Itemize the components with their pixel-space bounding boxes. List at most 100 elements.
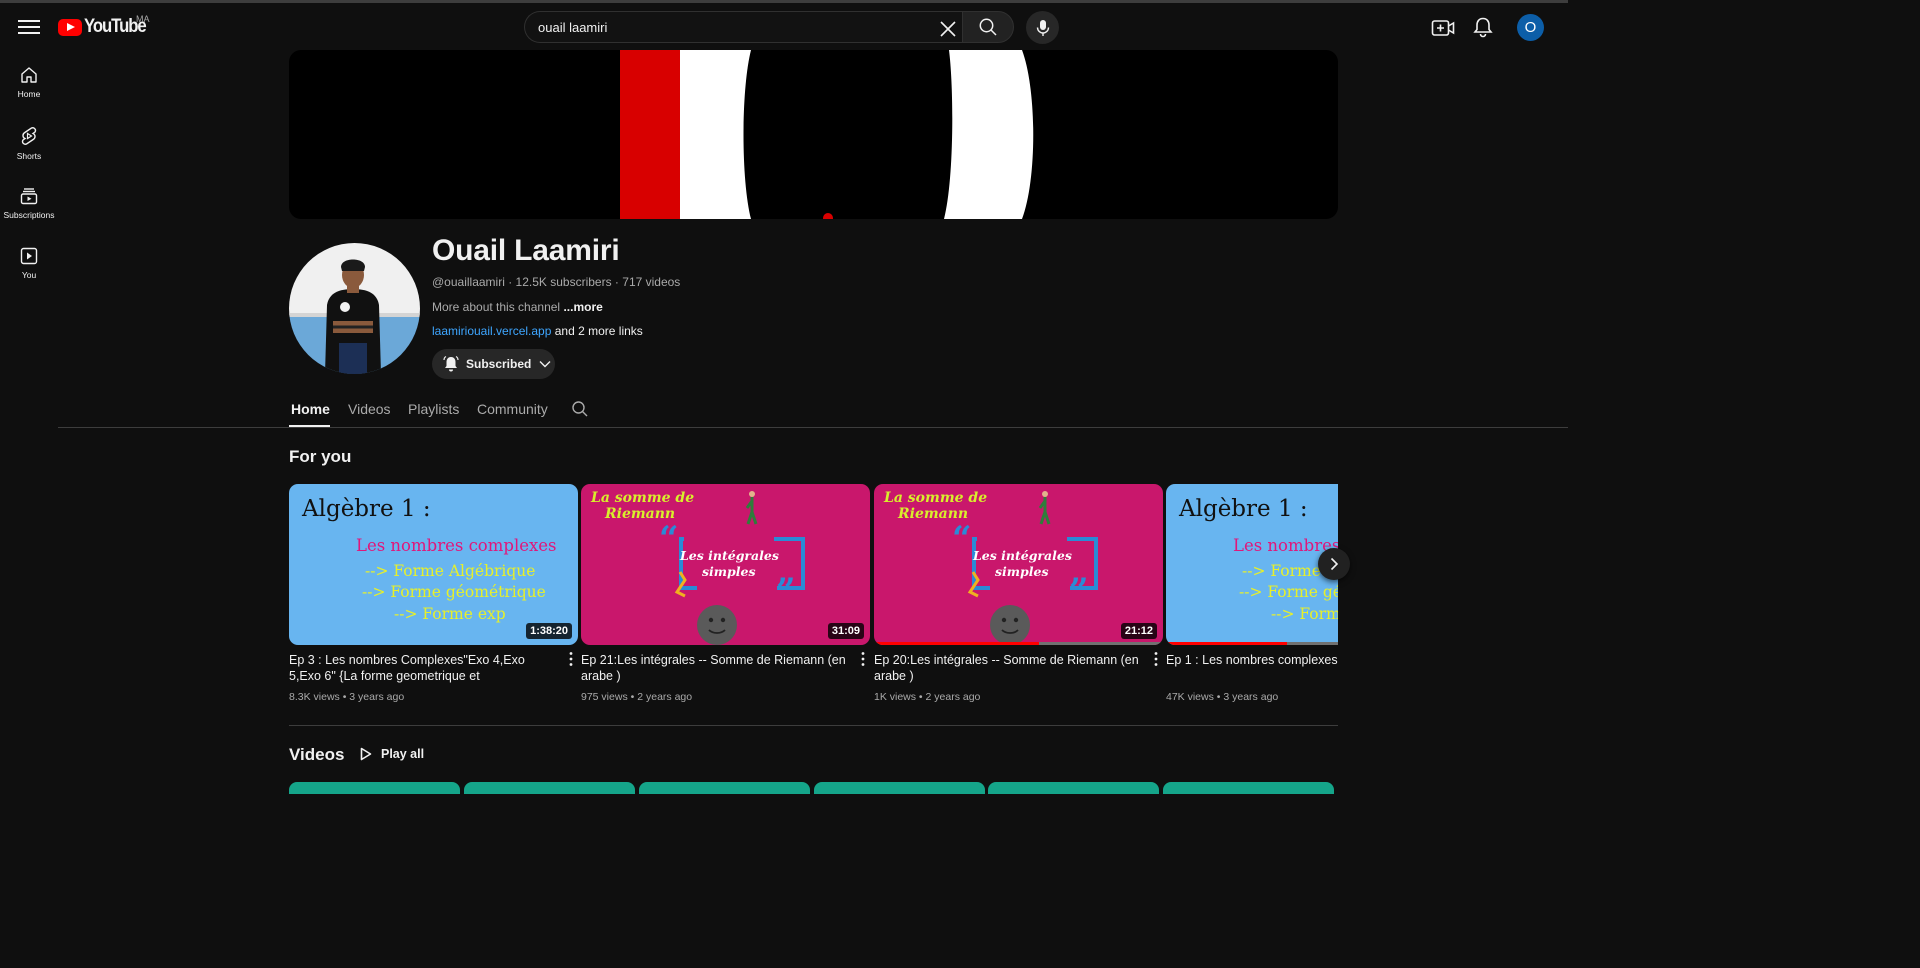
video-card[interactable]: Algèbre 1 : Les nombres --> Forme --> Fo…: [1166, 484, 1338, 703]
guide-item-shorts[interactable]: Shorts: [0, 126, 58, 186]
for-you-shelf: Algèbre 1 : Les nombres complexes --> Fo…: [289, 484, 1338, 714]
watch-progress-bar: [874, 642, 1163, 645]
thumb-heading: Algèbre 1 :: [302, 496, 431, 522]
account-avatar[interactable]: O: [1517, 14, 1544, 41]
video-title[interactable]: Ep 1 : Les nombres complexes" Re en arab…: [1166, 652, 1338, 684]
channel-avatar[interactable]: [289, 243, 420, 374]
video-thumbnail-partial[interactable]: [289, 782, 460, 794]
channel-handle: @ouaillaamiri: [432, 275, 505, 289]
section-divider: [289, 725, 1338, 726]
video-meta: 1K views • 2 years ago: [874, 691, 981, 703]
masthead: YouTube MA O: [0, 3, 1568, 51]
video-duration: 31:09: [827, 623, 864, 639]
microphone-icon: [1036, 19, 1049, 36]
thumb-heading: Riemann: [898, 506, 969, 522]
create-icon[interactable]: [1431, 17, 1455, 39]
video-thumbnail-partial[interactable]: [639, 782, 810, 794]
channel-avatar-photo: [289, 243, 420, 374]
video-age: 2 years ago: [925, 691, 981, 703]
bell-icon: [443, 355, 459, 372]
channel-banner: [289, 50, 1338, 219]
video-duration: 1:38:20: [526, 623, 572, 639]
for-you-title: For you: [289, 447, 352, 466]
you-icon: [20, 247, 38, 265]
video-count: 717 videos: [622, 275, 681, 289]
video-card[interactable]: “ ” La somme de Riemann Les intégrales s…: [581, 484, 870, 703]
subscribed-button[interactable]: Subscribed: [432, 349, 555, 379]
video-meta: 975 views • 2 years ago: [581, 691, 693, 703]
watch-progress-fill: [1166, 642, 1288, 645]
guide-item-subscriptions[interactable]: Subscriptions: [0, 187, 58, 247]
thumb-line: --> Forme: [1242, 562, 1321, 580]
guide-label: Home: [17, 89, 41, 99]
search-input[interactable]: [538, 12, 918, 42]
thumb-box-text: Les intégrales: [680, 548, 779, 563]
more-link[interactable]: ...more: [563, 300, 602, 314]
video-card[interactable]: “ ” La somme de Riemann Les intégrales s…: [874, 484, 1163, 703]
video-thumbnail-partial[interactable]: [814, 782, 985, 794]
video-title[interactable]: Ep 20:Les intégrales -- Somme de Riemann…: [874, 652, 1163, 684]
video-age: 3 years ago: [1223, 691, 1279, 703]
search-icon: [979, 18, 997, 36]
thumb-line: --> Forme exp: [394, 605, 506, 623]
video-thumbnail[interactable]: Algèbre 1 : Les nombres complexes --> Fo…: [289, 484, 578, 645]
video-card[interactable]: Algèbre 1 : Les nombres complexes --> Fo…: [289, 484, 578, 703]
channel-meta: @ouaillaamiri · 12.5K subscribers · 717 …: [432, 275, 680, 289]
video-title[interactable]: Ep 3 : Les nombres Complexes"Exo 4,Exo 5…: [289, 652, 578, 684]
subscriptions-icon: [20, 188, 38, 205]
channel-search-icon[interactable]: [571, 400, 589, 418]
voice-search-button[interactable]: [1026, 11, 1059, 44]
video-thumbnail-partial[interactable]: [464, 782, 635, 794]
description-text: More about this channel: [432, 300, 561, 314]
more-links-button[interactable]: and 2 more links: [555, 324, 643, 338]
more-vert-icon[interactable]: [564, 651, 578, 667]
more-vert-icon[interactable]: [856, 651, 870, 667]
video-views: 8.3K views: [289, 691, 340, 703]
video-views: 47K views: [1166, 691, 1214, 703]
thumb-box-text: Les intégrales: [973, 548, 1072, 563]
thumb-heading: Algèbre 1 :: [1179, 496, 1308, 522]
shelf-next-button[interactable]: [1318, 548, 1350, 580]
video-meta: 47K views • 3 years ago: [1166, 691, 1279, 703]
play-all-button[interactable]: Play all: [354, 741, 430, 767]
video-thumbnail-partial[interactable]: [1163, 782, 1334, 794]
video-views: 1K views: [874, 691, 917, 703]
video-thumbnail[interactable]: “ ” La somme de Riemann Les intégrales s…: [874, 484, 1163, 645]
subscribed-label: Subscribed: [466, 357, 532, 371]
chevron-down-icon: [539, 361, 551, 368]
thumb-box-text: simples: [995, 564, 1049, 579]
guide-label: You: [21, 270, 37, 280]
thumb-line: --> Forme Algébrique: [365, 562, 536, 580]
search-button[interactable]: [962, 11, 1014, 43]
video-thumbnail[interactable]: “ ” La somme de Riemann Les intégrales s…: [581, 484, 870, 645]
chevron-right-icon: [1330, 557, 1339, 571]
home-icon: [21, 67, 37, 83]
clear-search-icon[interactable]: [938, 19, 958, 39]
svg-text:“: “: [952, 519, 972, 559]
svg-text:“: “: [659, 519, 679, 559]
guide-item-home[interactable]: Home: [0, 66, 58, 126]
video-duration: 21:12: [1120, 623, 1157, 639]
thumb-box-text: simples: [702, 564, 756, 579]
svg-text:”: ”: [776, 571, 796, 611]
notifications-bell-icon[interactable]: [1472, 16, 1494, 38]
guide-label: Subscriptions: [3, 210, 55, 220]
more-vert-icon[interactable]: [1149, 651, 1163, 667]
video-age: 2 years ago: [637, 691, 693, 703]
thumb-line: --> Forme: [1271, 605, 1338, 623]
youtube-play-icon: [58, 18, 82, 36]
video-title[interactable]: Ep 21:Les intégrales -- Somme de Riemann…: [581, 652, 870, 684]
guide-item-you[interactable]: You: [0, 247, 58, 307]
channel-description[interactable]: More about this channel ...more: [432, 300, 603, 314]
channel-website-link[interactable]: laamiriouail.vercel.app: [432, 324, 551, 338]
video-thumbnail[interactable]: Algèbre 1 : Les nombres --> Forme --> Fo…: [1166, 484, 1338, 645]
thumb-line: --> Forme géo: [1239, 583, 1338, 601]
channel-name: Ouail Laamiri: [432, 234, 620, 267]
shorts-icon: [21, 127, 37, 145]
menu-icon[interactable]: [18, 17, 40, 37]
watch-progress-bar: [1166, 642, 1338, 645]
search-box: [524, 11, 963, 43]
video-thumbnail-partial[interactable]: [988, 782, 1159, 794]
video-meta: 8.3K views • 3 years ago: [289, 691, 405, 703]
watch-progress-fill: [874, 642, 1039, 645]
